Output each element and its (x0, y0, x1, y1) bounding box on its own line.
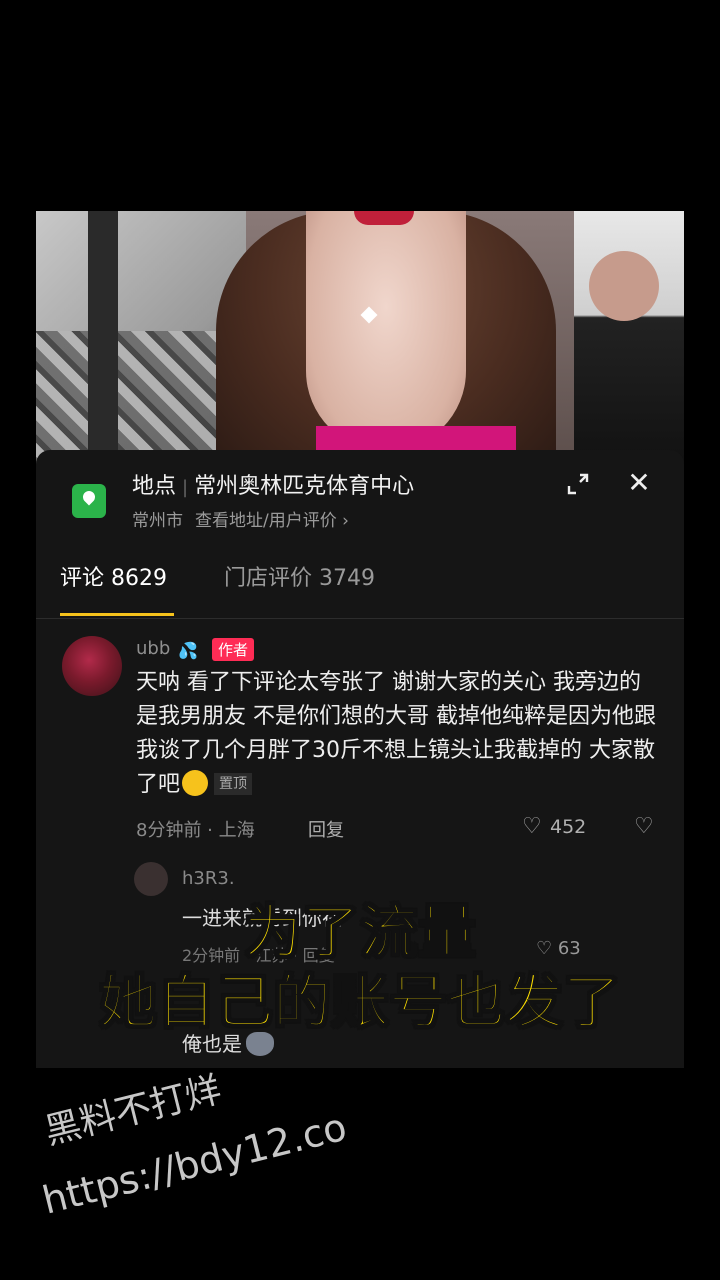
divider (36, 618, 684, 619)
sweat-drop-icon: 💦 (178, 641, 198, 660)
comment-text: 天呐 看了下评论太夸张了 谢谢大家的关心 我旁边的是我男朋友 不是你们想的大哥 … (136, 670, 656, 797)
heart-icon[interactable]: ♡ (522, 814, 542, 839)
author-badge: 作者 (212, 638, 255, 661)
grin-sweat-emoji-icon (182, 770, 209, 796)
tab-comments[interactable]: 评论 8629 (60, 560, 167, 592)
location-city: 常州市 (132, 511, 183, 531)
comment-username[interactable]: ubb (136, 638, 170, 659)
active-tab-indicator (60, 613, 174, 616)
video-background-image (36, 211, 684, 471)
reply-button[interactable]: 回复 (308, 816, 344, 842)
dislike-icon[interactable]: ♡ (634, 814, 654, 839)
pinned-badge: 置顶 (214, 773, 253, 795)
location-link: 查看地址/用户评价 › (195, 511, 349, 531)
location-subtitle[interactable]: 常州市 查看地址/用户评价 › (132, 506, 349, 531)
expand-icon[interactable] (566, 472, 590, 496)
close-icon[interactable]: ✕ (626, 469, 652, 497)
location-name: 常州奥林匹克体育中心 (194, 474, 415, 499)
caption-line-2: 她自己的账号也发了 (98, 967, 622, 1037)
like-count: 452 (550, 816, 587, 838)
avatar[interactable] (62, 636, 122, 696)
tab-store-reviews[interactable]: 门店评价 3749 (224, 560, 375, 592)
location-title[interactable]: 地点 | 常州奥林匹克体育中心 (132, 468, 414, 500)
location-pin-icon (72, 484, 106, 518)
comment-meta: 8分钟前 · 上海 (136, 820, 255, 841)
